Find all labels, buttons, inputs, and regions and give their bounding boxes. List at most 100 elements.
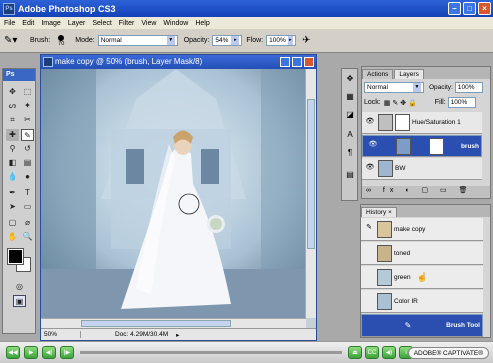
history-brush-slot: [363, 295, 375, 307]
mute-button[interactable]: ◀): [382, 346, 396, 359]
snapshot-thumbnail: [377, 244, 392, 262]
swatches-icon[interactable]: ◪: [344, 109, 356, 121]
forward-button[interactable]: |▶: [60, 346, 74, 359]
doc-info[interactable]: Doc: 4.29M/30.4M: [115, 331, 168, 338]
move-tool-icon[interactable]: ✥: [6, 86, 19, 98]
menu-edit[interactable]: Edit: [22, 20, 34, 27]
scroll-thumb[interactable]: [307, 99, 315, 249]
rewind-button[interactable]: ◀◀: [6, 346, 20, 359]
history-row[interactable]: Color IR: [361, 290, 483, 313]
minimize-button[interactable]: –: [448, 2, 461, 15]
exit-button[interactable]: ⏏: [348, 346, 362, 359]
tool-presets-icon[interactable]: ▤: [344, 169, 356, 181]
window-title: Adobe Photoshop CS3: [18, 3, 116, 14]
layer-row[interactable]: 👁 Hue/Saturation 1: [362, 112, 482, 134]
zoom-tool-icon[interactable]: 🔍: [21, 231, 34, 243]
history-panel: History × ✎ make copy toned green ☝ Colo…: [360, 204, 491, 338]
fill-input[interactable]: 100%: [447, 97, 476, 108]
options-bar: ✎▾ Brush: 70 Mode: Normal ▼ Opacity: 54% ▸…: [0, 29, 493, 53]
eyedropper-tool-icon[interactable]: ⌀: [21, 217, 34, 229]
opacity-input[interactable]: 54% ▸: [212, 35, 243, 46]
history-brush-tool-icon[interactable]: ↺: [21, 143, 34, 155]
menu-filter[interactable]: Filter: [119, 20, 135, 27]
visibility-eye-icon[interactable]: 👁: [364, 163, 376, 175]
flow-input[interactable]: 100% ▸: [266, 35, 297, 46]
eraser-tool-icon[interactable]: ◧: [6, 157, 19, 169]
airbrush-toggle-icon[interactable]: ✈: [302, 35, 310, 46]
menu-layer[interactable]: Layer: [68, 20, 86, 27]
visibility-eye-icon[interactable]: 👁: [367, 140, 379, 152]
layer-name: BW: [395, 165, 406, 172]
shape-tool-icon[interactable]: ▭: [21, 201, 34, 213]
horizontal-scrollbar[interactable]: [41, 318, 306, 328]
tab-actions[interactable]: Actions: [362, 69, 394, 79]
menu-file[interactable]: File: [4, 20, 15, 27]
mode-select[interactable]: Normal ▼: [97, 35, 178, 46]
crop-tool-icon[interactable]: ⌗: [6, 114, 19, 126]
menu-image[interactable]: Image: [41, 20, 60, 27]
quick-mask-icon[interactable]: ◎: [13, 281, 26, 293]
doc-maximize-button[interactable]: [292, 57, 302, 67]
history-row[interactable]: ✎ make copy: [361, 218, 483, 241]
history-row[interactable]: toned: [361, 242, 483, 265]
doc-minimize-button[interactable]: [280, 57, 290, 67]
status-bar: 50% Doc: 4.29M/30.4M ▸: [41, 328, 316, 340]
type-tool-icon[interactable]: T: [21, 187, 34, 199]
chevron-down-icon: ▼: [413, 83, 421, 92]
navigator-icon[interactable]: ✥: [344, 73, 356, 85]
brush-preset-picker[interactable]: 70: [53, 34, 69, 47]
layers-footer-icons[interactable]: ∞ fx ◐ ▢ ▭ 🗑: [362, 186, 490, 198]
blend-mode-select[interactable]: Normal ▼: [364, 82, 424, 93]
history-row[interactable]: ✎ Brush Tool: [361, 314, 483, 337]
dodge-tool-icon[interactable]: ●: [21, 171, 34, 183]
gradient-tool-icon[interactable]: ▤: [21, 157, 34, 169]
menu-view[interactable]: View: [141, 20, 156, 27]
back-button[interactable]: ◀|: [42, 346, 56, 359]
vertical-scrollbar[interactable]: [305, 69, 316, 318]
history-row[interactable]: green ☝: [361, 266, 483, 289]
brush-tool-icon[interactable]: ✎: [21, 129, 34, 141]
notes-tool-icon[interactable]: ▢: [6, 217, 19, 229]
scroll-thumb[interactable]: [81, 320, 231, 327]
status-arrow-icon[interactable]: ▸: [176, 331, 179, 339]
magic-wand-tool-icon[interactable]: ✦: [21, 100, 34, 112]
character-panel-icon[interactable]: A: [344, 129, 356, 141]
menu-window[interactable]: Window: [163, 20, 188, 27]
history-brush-slot: [363, 247, 375, 259]
menu-help[interactable]: Help: [195, 20, 209, 27]
menu-select[interactable]: Select: [92, 20, 111, 27]
fill-label: Fill:: [434, 99, 446, 106]
color-panel-icon[interactable]: ▦: [344, 91, 356, 103]
foreground-color-swatch[interactable]: [7, 248, 24, 265]
slice-tool-icon[interactable]: ✂: [21, 114, 34, 126]
image-canvas[interactable]: [41, 69, 306, 318]
layer-row[interactable]: 👁 brush: [362, 135, 482, 157]
marquee-tool-icon[interactable]: ⬚: [21, 86, 34, 98]
tab-layers[interactable]: Layers: [394, 69, 424, 79]
lasso-tool-icon[interactable]: ᔕ: [6, 100, 19, 112]
bride-photo: [41, 69, 306, 318]
healing-brush-tool-icon[interactable]: ✚: [6, 129, 19, 141]
clone-stamp-tool-icon[interactable]: ⚲: [6, 143, 19, 155]
maximize-button[interactable]: □: [463, 2, 476, 15]
blur-tool-icon[interactable]: 💧: [6, 171, 19, 183]
tool-preset-picker[interactable]: ✎▾: [4, 35, 24, 46]
zoom-level[interactable]: 50%: [41, 331, 81, 338]
screen-mode-icon[interactable]: ▣: [13, 295, 26, 307]
progress-track[interactable]: [80, 351, 342, 354]
hand-tool-icon[interactable]: ✋: [6, 231, 19, 243]
visibility-eye-icon[interactable]: 👁: [364, 117, 376, 129]
layer-row[interactable]: 👁 BW: [362, 158, 482, 180]
tab-history[interactable]: History ×: [361, 207, 397, 217]
paragraph-panel-icon[interactable]: ¶: [344, 147, 356, 159]
close-button[interactable]: ×: [478, 2, 491, 15]
cc-button[interactable]: CC: [365, 346, 379, 359]
doc-close-button[interactable]: [304, 57, 314, 67]
pen-tool-icon[interactable]: ✒: [6, 187, 19, 199]
layer-opacity-input[interactable]: 100%: [454, 82, 483, 93]
lock-icons[interactable]: ▦✎✥🔒: [384, 99, 419, 107]
play-button[interactable]: ▶: [24, 346, 38, 359]
mask-thumbnail: [428, 137, 444, 155]
path-selection-tool-icon[interactable]: ➤: [6, 201, 19, 213]
history-brush-source-icon[interactable]: ✎: [363, 223, 375, 235]
